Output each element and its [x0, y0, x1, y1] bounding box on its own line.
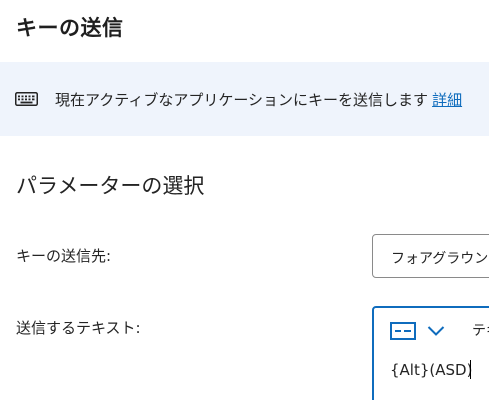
editor-tab-text[interactable]: テキ — [472, 320, 489, 340]
text-to-send-value[interactable]: {Alt}(ASD) — [390, 360, 473, 379]
text-mode-icon[interactable] — [390, 322, 416, 340]
send-to-value: フォアグラウンド — [391, 251, 489, 267]
text-caret — [470, 360, 472, 379]
send-keys-dialog: キーの送信 現在アクティブなアプリケーションにキーを送信します 詳細 パラメーター… — [0, 0, 489, 400]
text-value: {Alt}(ASD) — [390, 361, 473, 379]
text-to-send-editor[interactable]: テキ {Alt}(ASD) — [372, 306, 489, 400]
info-text: 現在アクティブなアプリケーションにキーを送信します 詳細 — [55, 89, 462, 110]
info-description: 現在アクティブなアプリケーションにキーを送信します — [55, 91, 429, 109]
send-to-dropdown[interactable]: フォアグラウンド — [372, 234, 489, 278]
page-title: キーの送信 — [16, 16, 124, 40]
keyboard-icon — [15, 92, 38, 106]
text-to-send-label: 送信するテキスト: — [16, 319, 141, 337]
send-to-label: キーの送信先: — [16, 247, 112, 265]
section-title: パラメーターの選択 — [16, 174, 205, 198]
chevron-down-icon[interactable] — [427, 325, 445, 337]
details-link[interactable]: 詳細 — [432, 91, 462, 109]
